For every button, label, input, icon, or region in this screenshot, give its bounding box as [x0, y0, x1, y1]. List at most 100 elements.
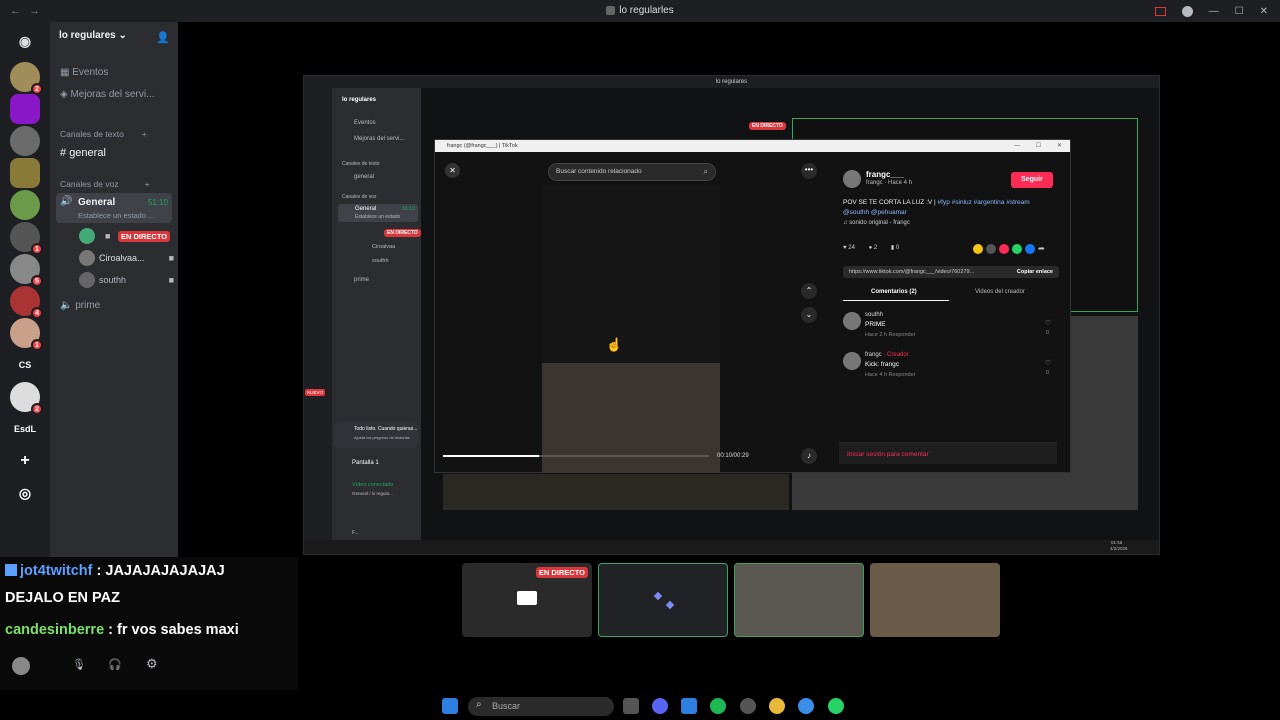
- avatar[interactable]: [843, 170, 861, 188]
- sound-label[interactable]: ♫ sonido original - frangc: [843, 220, 910, 226]
- volume-icon[interactable]: ♪: [801, 448, 817, 464]
- stream-thumbnail[interactable]: [734, 563, 864, 637]
- heart-icon[interactable]: ♡: [1045, 319, 1051, 327]
- add-channel-icon[interactable]: +: [145, 179, 150, 189]
- server-icon[interactable]: 5: [10, 254, 43, 287]
- spotify-icon[interactable]: [710, 698, 726, 714]
- tiktok-window-controls[interactable]: — ☐ ✕: [1014, 140, 1062, 152]
- server-icon[interactable]: 1: [10, 318, 43, 351]
- inbox-icon[interactable]: [1154, 6, 1166, 16]
- microphone-icon[interactable]: 🎙: [72, 658, 86, 671]
- taskbar-search[interactable]: ⌕ Buscar: [468, 697, 614, 716]
- comment-author[interactable]: frangc · Creador: [865, 352, 909, 358]
- voice-member[interactable]: southh ■: [79, 272, 174, 290]
- minimize-icon[interactable]: —: [1209, 6, 1219, 17]
- steam-icon[interactable]: [740, 698, 756, 714]
- send-icon[interactable]: [999, 244, 1009, 254]
- stream-thumbnail[interactable]: EN DIRECTO: [462, 563, 592, 637]
- task-view-icon[interactable]: [623, 698, 639, 714]
- chevron-up-icon[interactable]: ⌃: [801, 283, 817, 299]
- headphones-icon[interactable]: 🎧: [108, 658, 122, 671]
- comment-icon[interactable]: ●: [869, 245, 873, 251]
- share-icon[interactable]: [973, 244, 983, 254]
- avatar[interactable]: [843, 312, 861, 330]
- avatar[interactable]: [12, 657, 30, 675]
- server-icon[interactable]: [10, 94, 40, 124]
- forward-icon[interactable]: ➦: [1038, 244, 1048, 254]
- inner-notice-sub: Ajusta los progreso de historias: [354, 435, 410, 440]
- voice-channel-prime[interactable]: 🔈 prime: [60, 300, 100, 311]
- browser-icon[interactable]: [798, 698, 814, 714]
- server-esdl[interactable]: EsdL: [10, 414, 40, 444]
- tab-videos[interactable]: Videos del creador: [975, 289, 1025, 295]
- avatar[interactable]: [843, 352, 861, 370]
- embed-icon[interactable]: [986, 244, 996, 254]
- inner-user: F...: [352, 530, 359, 536]
- add-server-icon[interactable]: +: [10, 446, 40, 476]
- server-icon[interactable]: 4: [10, 286, 43, 319]
- whatsapp-icon[interactable]: [1012, 244, 1022, 254]
- discord-icon[interactable]: [652, 698, 668, 714]
- follow-button[interactable]: Seguir: [1011, 172, 1053, 188]
- chrome-icon[interactable]: [769, 698, 785, 714]
- voice-member[interactable]: Ciroalvaa... ■: [79, 250, 174, 268]
- add-member-icon[interactable]: 👤: [156, 31, 170, 44]
- stream-thumbnail[interactable]: [870, 563, 1000, 637]
- store-icon[interactable]: [681, 698, 697, 714]
- server-icon[interactable]: 2: [10, 382, 43, 415]
- whatsapp-icon[interactable]: [828, 698, 844, 714]
- maximize-icon[interactable]: ☐: [1235, 6, 1244, 17]
- progress-track[interactable]: [443, 455, 709, 457]
- caption-text: POV SE TE CORTA LA LUZ :V |: [843, 199, 936, 206]
- add-channel-icon[interactable]: +: [142, 129, 147, 139]
- search-input[interactable]: Buscar contenido relacionado ⌕: [548, 163, 716, 181]
- reply-button[interactable]: Responder: [889, 372, 916, 378]
- category-label: Canales de texto: [60, 129, 124, 139]
- tab-comments[interactable]: Comentarios (2): [871, 289, 917, 295]
- comment-login-bar[interactable]: Iniciar sesión para comentar: [839, 442, 1057, 464]
- server-icon[interactable]: [10, 190, 40, 220]
- heart-icon[interactable]: ♥: [843, 245, 847, 251]
- live-badge: EN DIRECTO: [118, 231, 171, 242]
- caption-mentions[interactable]: @southh @pehuamar: [843, 209, 907, 216]
- server-icon[interactable]: [10, 126, 40, 156]
- inner-titlebar: lo regulares: [304, 76, 1159, 88]
- reply-button[interactable]: Responder: [889, 332, 916, 338]
- creator-name[interactable]: frangc___: [866, 170, 904, 179]
- close-icon[interactable]: ✕: [1260, 6, 1268, 17]
- server-icon[interactable]: 1: [10, 222, 43, 255]
- boost-item[interactable]: ◈ Mejoras del servi...: [60, 89, 154, 100]
- chevron-down-icon[interactable]: ⌄: [801, 307, 817, 323]
- settings-gear-icon[interactable]: ⚙: [146, 656, 158, 672]
- voice-channel-general[interactable]: 🔊 General 51:10 Establece un estado ...: [56, 193, 172, 223]
- member-name: southh: [99, 275, 127, 285]
- facebook-icon[interactable]: [1025, 244, 1035, 254]
- server-icon[interactable]: 2: [10, 62, 43, 95]
- video-link[interactable]: https://www.tiktok.com/@frangc___/video/…: [849, 269, 974, 275]
- text-category[interactable]: Canales de texto +: [60, 129, 147, 139]
- chat-text: DEJALO EN PAZ: [5, 590, 120, 606]
- voice-status[interactable]: Establece un estado ...: [78, 211, 154, 220]
- heart-icon[interactable]: ♡: [1045, 359, 1051, 367]
- voice-category[interactable]: Canales de voz +: [60, 179, 150, 189]
- server-icon[interactable]: [10, 158, 40, 188]
- login-to-comment[interactable]: Iniciar sesión para comentar: [847, 451, 929, 458]
- close-icon[interactable]: ✕: [445, 163, 460, 178]
- copy-link-button[interactable]: Copiar enlace: [1017, 269, 1053, 275]
- explore-icon[interactable]: ◎: [10, 478, 40, 508]
- search-icon[interactable]: ⌕: [704, 167, 708, 177]
- voice-member[interactable]: ■ EN DIRECTO: [79, 228, 174, 246]
- more-options-icon[interactable]: •••: [801, 163, 817, 179]
- tiktok-window[interactable]: frangc (@frangc___) | TikTok — ☐ ✕ ✕ Bus…: [434, 139, 1071, 473]
- channel-general[interactable]: # general: [60, 147, 106, 159]
- server-name-header[interactable]: lo regulares ⌄: [59, 30, 127, 41]
- bookmark-icon[interactable]: ▮: [891, 245, 894, 251]
- server-cs[interactable]: CS: [10, 350, 40, 380]
- comment-author[interactable]: southh: [865, 312, 883, 318]
- events-item[interactable]: ▦ Eventos: [60, 67, 108, 78]
- help-icon[interactable]: [1181, 5, 1193, 17]
- discord-home-icon[interactable]: ◉: [10, 26, 40, 56]
- stream-thumbnail[interactable]: [598, 563, 728, 637]
- caption-tags[interactable]: #fyp #sinluz #argentina #stream: [938, 199, 1030, 206]
- windows-start-icon[interactable]: [442, 698, 458, 714]
